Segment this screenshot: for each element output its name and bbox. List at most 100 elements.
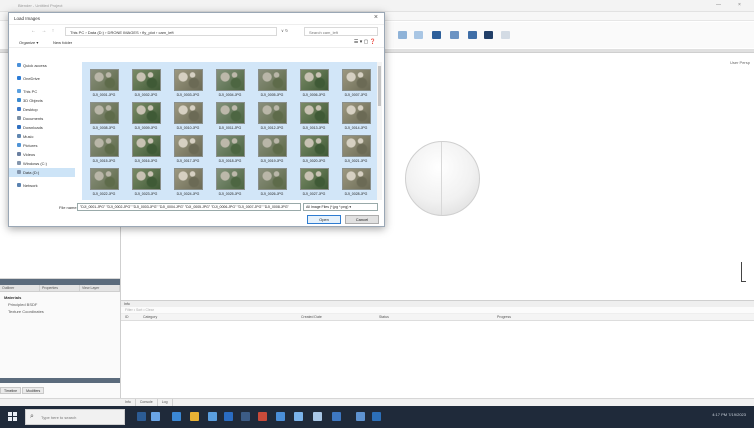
nav-item[interactable]: This PC <box>9 87 75 96</box>
image-thumbnail[interactable]: DJI_0023.JPG <box>126 164 166 200</box>
image-thumbnail[interactable]: DJI_0017.JPG <box>168 131 208 168</box>
filetype-select[interactable]: All Image Files (*.jpg *.png) ▾ <box>303 203 378 211</box>
image-thumbnail[interactable]: DJI_0021.JPG <box>336 131 376 168</box>
image-thumbnail[interactable]: DJI_0022.JPG <box>84 164 124 200</box>
search-input[interactable]: Search cam_left <box>304 27 378 36</box>
status-tab[interactable]: Info <box>121 399 136 406</box>
image-thumbnail[interactable]: DJI_0026.JPG <box>252 164 292 200</box>
image-thumbnail[interactable]: DJI_0019.JPG <box>252 131 292 168</box>
word-icon[interactable] <box>224 412 233 421</box>
image-thumbnail[interactable]: DJI_0020.JPG <box>294 131 334 168</box>
settings-icon[interactable] <box>501 31 510 39</box>
image-thumbnail[interactable]: DJI_0011.JPG <box>210 98 250 135</box>
tab-view-layer[interactable]: View Layer <box>80 285 120 291</box>
organize-button[interactable]: Organize ▾ <box>19 40 38 45</box>
image-thumbnail[interactable]: DJI_0001.JPG <box>84 65 124 102</box>
store-icon[interactable] <box>172 412 181 421</box>
nav-item[interactable]: Quick access <box>9 61 75 70</box>
mail-icon[interactable] <box>208 412 217 421</box>
taskbar-search-input[interactable]: ⌕ Type here to search <box>25 409 125 425</box>
status-tab[interactable]: Console <box>136 399 158 406</box>
image-thumbnail[interactable]: DJI_0024.JPG <box>168 164 208 200</box>
axis-gizmo[interactable] <box>741 262 746 282</box>
image-thumbnail[interactable]: DJI_0003.JPG <box>168 65 208 102</box>
app-icon[interactable] <box>241 412 250 421</box>
view-options-icons[interactable]: ☰ ▾ ▢ ❓ <box>354 39 376 45</box>
nav-item[interactable]: Windows (C:) <box>9 159 75 168</box>
grid-view-icon[interactable] <box>432 31 441 39</box>
image-thumbnail[interactable]: DJI_0009.JPG <box>126 98 166 135</box>
render-icon[interactable] <box>450 31 459 39</box>
tab-properties[interactable]: Properties <box>40 285 80 291</box>
file-thumbnail-grid[interactable]: DJI_0001.JPG DJI_0002.JPG DJI_0003.JPG DJI_… <box>82 62 382 200</box>
nav-item[interactable]: OneDrive <box>9 74 75 83</box>
image-thumbnail[interactable]: DJI_0016.JPG <box>126 131 166 168</box>
column-header[interactable]: Category <box>143 315 157 319</box>
settings-icon[interactable] <box>332 412 341 421</box>
sphere-object[interactable] <box>405 141 480 216</box>
windows-start-icon[interactable] <box>8 412 18 422</box>
minimize-button[interactable]: — <box>716 2 721 8</box>
results-toolbar[interactable]: Filter • Sort • Clear <box>121 307 754 314</box>
image-thumbnail[interactable]: DJI_0008.JPG <box>84 98 124 135</box>
status-tab[interactable]: Log <box>158 399 173 406</box>
open-button[interactable]: Open <box>307 215 341 224</box>
nav-item[interactable]: Downloads <box>9 123 75 132</box>
column-header[interactable]: Created Date <box>301 315 322 319</box>
back-forward-icons[interactable]: ← → ↑ <box>31 28 56 34</box>
tab-timeline[interactable]: Timeline <box>0 387 22 394</box>
nav-item[interactable]: Documents <box>9 114 75 123</box>
task-view-icon[interactable] <box>137 412 146 421</box>
image-thumbnail[interactable]: DJI_0013.JPG <box>294 98 334 135</box>
nav-item[interactable]: Desktop <box>9 105 75 114</box>
column-header[interactable]: Status <box>379 315 389 319</box>
image-thumbnail[interactable]: DJI_0015.JPG <box>84 131 124 168</box>
image-thumbnail[interactable]: DJI_0027.JPG <box>294 164 334 200</box>
photos-icon[interactable] <box>294 412 303 421</box>
image-thumbnail[interactable]: DJI_0028.JPG <box>336 164 376 200</box>
image-thumbnail[interactable]: DJI_0005.JPG <box>252 65 292 102</box>
system-tray-clock[interactable]: 4:17 PM 7/19/2023 <box>712 412 746 417</box>
image-thumbnail[interactable]: DJI_0014.JPG <box>336 98 376 135</box>
nav-item[interactable]: 3D Objects <box>9 96 75 105</box>
edge-icon[interactable] <box>151 412 160 421</box>
vscode-icon[interactable] <box>372 412 381 421</box>
image-thumbnail[interactable]: DJI_0004.JPG <box>210 65 250 102</box>
image-thumbnail[interactable]: DJI_0010.JPG <box>168 98 208 135</box>
nav-item[interactable]: Network <box>9 181 75 190</box>
path-breadcrumb[interactable]: This PC › Data (D:) › DRONE IMAGES › fly… <box>65 27 277 36</box>
nav-item[interactable]: Pictures <box>9 141 75 150</box>
nav-item[interactable]: Music <box>9 132 75 141</box>
layers-icon[interactable] <box>484 31 493 39</box>
dialog-scrollbar[interactable] <box>377 62 382 200</box>
image-thumbnail[interactable]: DJI_0018.JPG <box>210 131 250 168</box>
image-thumbnail[interactable]: DJI_0002.JPG <box>126 65 166 102</box>
blender-taskbar-icon[interactable] <box>276 412 285 421</box>
cancel-button[interactable]: Cancel <box>345 215 379 224</box>
select-tool-icon[interactable] <box>398 31 407 39</box>
move-tool-icon[interactable] <box>414 31 423 39</box>
left-panel-item[interactable]: Texture Coordinates <box>0 308 120 315</box>
image-thumbnail[interactable]: DJI_0007.JPG <box>336 65 376 102</box>
file-explorer-icon[interactable] <box>190 412 199 421</box>
chrome-icon[interactable] <box>258 412 267 421</box>
nav-item[interactable]: Videos <box>9 150 75 159</box>
thumbnail-image <box>90 135 119 157</box>
image-thumbnail[interactable]: DJI_0012.JPG <box>252 98 292 135</box>
left-panel-item[interactable]: Principled BSDF <box>0 301 120 308</box>
camera-icon[interactable] <box>468 31 477 39</box>
refresh-icon[interactable]: ∨ ↻ <box>281 28 288 33</box>
new-folder-button[interactable]: New folder <box>53 40 72 45</box>
tab-modifiers[interactable]: Modifiers <box>22 387 45 394</box>
notepad-icon[interactable] <box>313 412 322 421</box>
column-header[interactable]: ID <box>125 315 129 319</box>
image-thumbnail[interactable]: DJI_0025.JPG <box>210 164 250 200</box>
column-header[interactable]: Progress <box>497 315 511 319</box>
filename-input[interactable]: "DJI_0001.JPG" "DJI_0002.JPG" "DJI_0003.… <box>77 203 301 211</box>
dialog-close-button[interactable]: × <box>374 14 378 21</box>
tab-outliner[interactable]: Outliner <box>0 285 40 291</box>
terminal-icon[interactable] <box>356 412 365 421</box>
close-button[interactable]: × <box>738 2 741 8</box>
nav-item[interactable]: Data (D:) <box>9 168 75 177</box>
image-thumbnail[interactable]: DJI_0006.JPG <box>294 65 334 102</box>
